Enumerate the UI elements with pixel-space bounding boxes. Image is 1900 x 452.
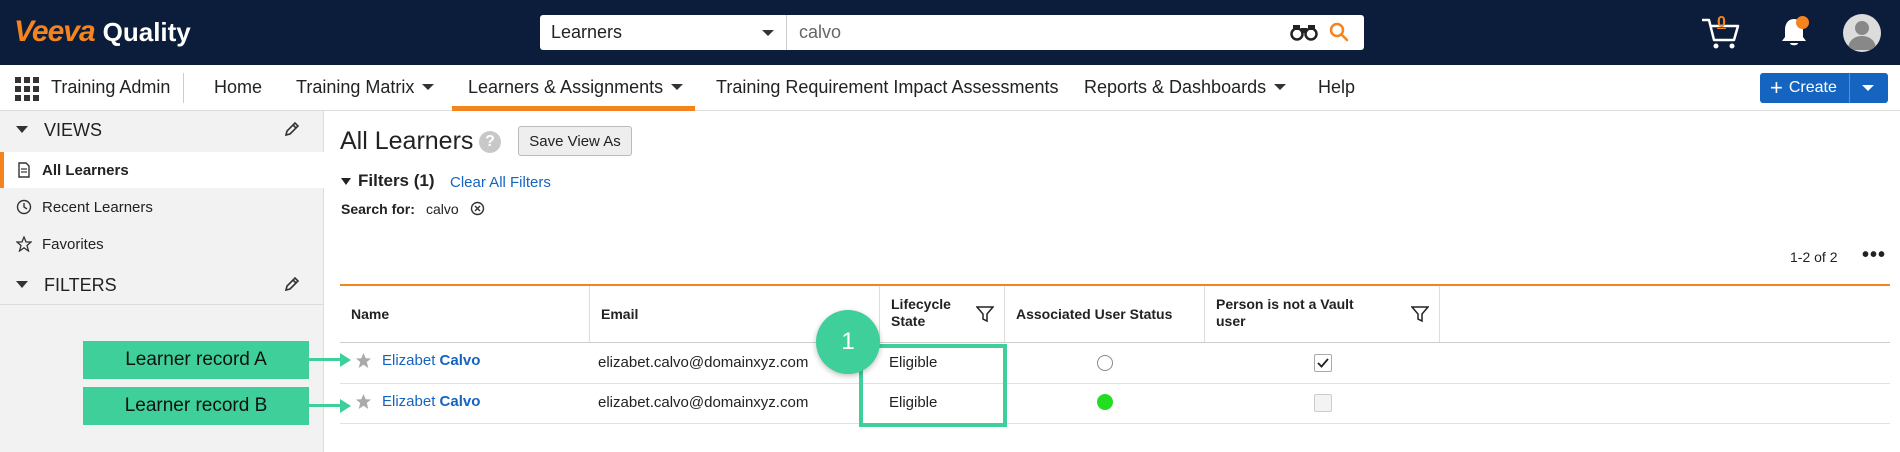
help-question-icon[interactable]: ?: [479, 131, 501, 153]
callout-arrowhead: [340, 399, 351, 413]
search-icon[interactable]: [1328, 21, 1350, 43]
veeva-quality-logo[interactable]: Veeva Quality: [14, 14, 191, 50]
more-actions-icon[interactable]: •••: [1862, 245, 1886, 265]
sidebar-item-recent-learners[interactable]: Recent Learners: [0, 189, 324, 225]
column-header-name[interactable]: Name: [340, 286, 590, 342]
clear-search-x-icon[interactable]: [470, 201, 485, 216]
user-status-inactive-indicator: [1097, 355, 1113, 371]
save-view-as-button[interactable]: Save View As: [518, 126, 632, 156]
nav-tab-training-matrix[interactable]: Training Matrix: [296, 77, 435, 98]
create-button-label: Create: [1788, 79, 1837, 96]
plus-icon: +: [1770, 75, 1783, 100]
create-button[interactable]: + Create: [1760, 73, 1888, 103]
page-title: All Learners: [340, 127, 474, 155]
chevron-down-icon: [1274, 84, 1287, 90]
search-input[interactable]: [787, 15, 1364, 50]
chevron-down-icon: [422, 84, 435, 90]
search-scope-value: Learners: [551, 22, 623, 42]
sidebar-item-label: Recent Learners: [42, 199, 153, 216]
main-nav: Training Admin Home Training Matrix Lear…: [0, 65, 1900, 111]
chevron-down-icon: [762, 30, 774, 36]
callout-learner-record-b: Learner record B: [83, 387, 309, 425]
nav-tab-reports-dashboards[interactable]: Reports & Dashboards: [1084, 77, 1287, 98]
filters-count-label[interactable]: Filters (1): [358, 171, 435, 191]
callout-learner-record-a: Learner record A: [83, 341, 309, 379]
nav-tab-home[interactable]: Home: [214, 77, 262, 98]
filter-funnel-icon[interactable]: [1411, 305, 1429, 323]
column-header-lifecycle-state[interactable]: Lifecycle State: [880, 286, 1005, 342]
user-status-active-indicator: [1097, 394, 1113, 410]
create-dropdown-chevron-icon[interactable]: [1862, 85, 1874, 91]
checkmark-icon: [1317, 358, 1329, 368]
logo-quality-text: Quality: [102, 16, 191, 47]
chevron-down-icon: [16, 126, 28, 133]
user-silhouette-icon: [1848, 21, 1876, 50]
notification-dot: [1796, 16, 1809, 29]
sidebar-item-favorites[interactable]: Favorites: [0, 226, 324, 262]
sidebar-item-all-learners[interactable]: All Learners: [0, 152, 324, 188]
filters-section-header[interactable]: FILTERS: [0, 266, 324, 302]
filter-funnel-icon[interactable]: [976, 305, 994, 323]
binoculars-icon[interactable]: [1290, 22, 1318, 42]
global-search: Learners: [540, 15, 1364, 50]
nav-divider: [183, 73, 184, 103]
learner-name-link[interactable]: Elizabet Calvo: [382, 393, 480, 410]
cart-count-badge: 0: [1717, 14, 1726, 31]
app-switcher-grid-icon[interactable]: [15, 77, 39, 101]
star-outline-icon: [16, 236, 32, 252]
sidebar-item-label: All Learners: [42, 162, 129, 179]
filters-collapse-chevron-icon[interactable]: [341, 178, 351, 185]
filters-title: FILTERS: [44, 275, 117, 295]
document-icon: [18, 162, 30, 178]
column-header-not-vault-user[interactable]: Person is not a Vault user: [1205, 286, 1440, 342]
top-header: Veeva Quality Learners 0: [0, 0, 1900, 65]
active-tab-indicator: [452, 106, 695, 111]
not-vault-user-checkbox: [1314, 394, 1332, 412]
clock-icon: [16, 199, 32, 215]
search-for-label: Search for:: [341, 201, 415, 217]
views-section-header[interactable]: VIEWS: [0, 111, 324, 147]
nav-tab-help[interactable]: Help: [1318, 77, 1355, 98]
favorite-star-icon[interactable]: [355, 393, 372, 410]
favorite-star-icon[interactable]: [355, 352, 372, 369]
results-count: 1-2 of 2: [1790, 249, 1838, 265]
callout-arrowhead: [340, 353, 351, 367]
column-header-associated-user-status[interactable]: Associated User Status: [1005, 286, 1205, 342]
user-avatar[interactable]: [1843, 14, 1881, 52]
step-number-badge: 1: [816, 310, 880, 374]
chevron-down-icon: [671, 84, 684, 90]
chevron-down-icon: [16, 281, 28, 288]
nav-tab-training-requirement-impact-assessments[interactable]: Training Requirement Impact Assessments: [716, 77, 1058, 98]
edit-pencil-icon[interactable]: [284, 276, 300, 292]
clear-all-filters-link[interactable]: Clear All Filters: [450, 174, 551, 191]
sidebar-item-label: Favorites: [42, 236, 104, 253]
logo-veeva-text: Veeva: [14, 15, 96, 48]
app-name[interactable]: Training Admin: [51, 77, 170, 98]
lifecycle-state-highlight: [859, 344, 1007, 427]
search-scope-select[interactable]: Learners: [540, 15, 787, 50]
nav-tab-learners-assignments[interactable]: Learners & Assignments: [468, 77, 684, 98]
not-vault-user-checkbox: [1314, 354, 1332, 372]
views-title: VIEWS: [44, 120, 103, 140]
search-for-value: calvo: [426, 201, 459, 217]
learner-name-link[interactable]: Elizabet Calvo: [382, 352, 480, 369]
edit-pencil-icon[interactable]: [284, 121, 300, 137]
learner-email: elizabet.calvo@domainxyz.com: [598, 394, 809, 411]
learner-email: elizabet.calvo@domainxyz.com: [598, 354, 809, 371]
